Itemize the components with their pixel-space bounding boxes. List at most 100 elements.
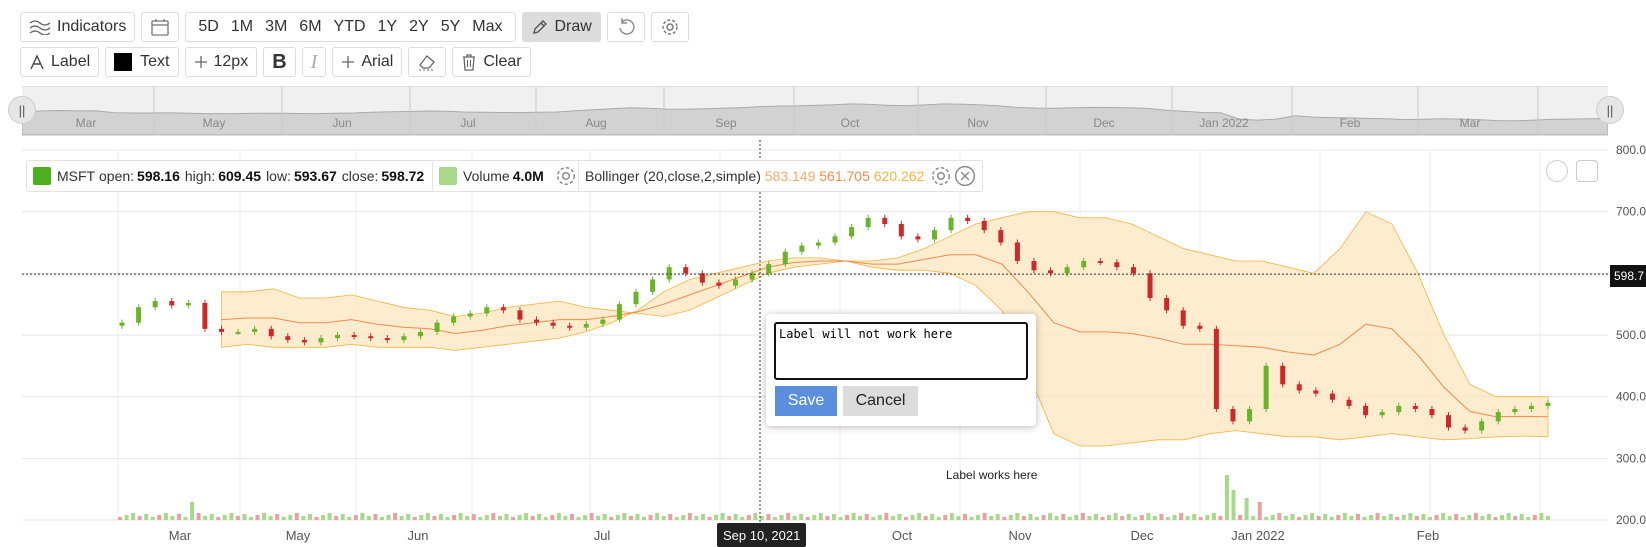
navigator-right-handle[interactable]: || — [1596, 96, 1624, 124]
volume-bar — [438, 514, 443, 520]
range-5y[interactable]: 5Y — [435, 18, 467, 36]
range-max[interactable]: Max — [466, 18, 508, 36]
volume-bar — [786, 513, 791, 520]
range-ytd[interactable]: YTD — [328, 18, 372, 36]
settings-button[interactable] — [650, 12, 689, 42]
y-axis-label: 400.0 — [1616, 390, 1646, 404]
calendar-button[interactable] — [141, 12, 180, 42]
x-axis-label: May — [286, 528, 311, 543]
candle-body — [1064, 267, 1070, 274]
volume-bar — [838, 517, 843, 520]
msft-color-square — [33, 167, 51, 185]
volume-bar — [1454, 514, 1459, 520]
plus-icon — [194, 56, 207, 68]
navigator-month-label: Mar — [76, 116, 97, 130]
italic-button[interactable]: I — [301, 47, 327, 77]
volume-bar — [334, 516, 339, 520]
label-textarea[interactable] — [774, 322, 1028, 380]
legend-msft[interactable]: MSFT open: 598.16 high: 609.45 low: 593.67 … — [26, 160, 465, 192]
range-navigator[interactable]: Mar May Jun Jul Aug Sep Oct Nov Dec Jan 2022 Feb Ma… — [22, 86, 1608, 136]
candle-body — [1230, 409, 1236, 422]
volume-bar — [720, 513, 725, 520]
low-value: 593.67 — [293, 168, 337, 184]
eraser-button[interactable] — [408, 47, 447, 77]
calendar-icon — [151, 19, 170, 36]
label-tool-button[interactable]: Label — [20, 47, 100, 77]
volume-bar — [1218, 516, 1223, 520]
chart-annotation[interactable]: Label works here — [946, 468, 1037, 482]
volume-bar — [877, 515, 882, 520]
volume-bar — [1349, 516, 1354, 520]
bold-icon: B — [272, 50, 287, 73]
save-button[interactable]: Save — [775, 386, 837, 416]
volume-bar — [943, 515, 948, 520]
volume-bar — [1139, 515, 1144, 520]
volume-bar — [569, 514, 574, 520]
volume-bar — [831, 514, 836, 520]
volume-bar — [1159, 514, 1164, 520]
crosshair-date-tag: Sep 10, 2021 — [717, 523, 807, 547]
undo-button[interactable] — [606, 12, 645, 42]
volume-bar — [465, 516, 470, 520]
volume-bar — [281, 517, 286, 520]
range-6m[interactable]: 6M — [293, 18, 327, 36]
volume-bar — [642, 517, 646, 520]
volume-bar — [1362, 517, 1367, 520]
navigator-month-label: Dec — [1093, 116, 1114, 130]
gear-icon[interactable] — [555, 165, 577, 187]
text-color-button[interactable]: Text — [105, 47, 179, 77]
volume-bar — [137, 516, 142, 520]
volume-bar — [1283, 516, 1288, 520]
font-size-button[interactable]: 12px — [184, 47, 258, 77]
fullscreen-icon[interactable] — [1576, 160, 1598, 182]
range-1y[interactable]: 1Y — [372, 18, 404, 36]
volume-bar — [340, 514, 345, 520]
volume-bar — [386, 515, 391, 520]
volume-bar — [1297, 517, 1301, 520]
bold-button[interactable]: B — [263, 47, 296, 77]
range-5d[interactable]: 5D — [192, 18, 224, 36]
range-3m[interactable]: 3M — [259, 18, 293, 36]
volume-bar — [347, 517, 352, 520]
volume-bar — [674, 517, 679, 520]
x-axis-label: Dec — [1130, 528, 1154, 543]
indicators-button[interactable]: Indicators — [20, 12, 136, 42]
font-family-button[interactable]: Arial — [332, 47, 403, 77]
volume-bar — [543, 517, 548, 520]
navigator-left-handle[interactable]: || — [8, 96, 36, 124]
draw-button[interactable]: Draw — [521, 12, 601, 42]
volume-bar — [1054, 516, 1059, 520]
volume-bar — [163, 513, 168, 520]
x-axis-label: Jun — [408, 528, 429, 543]
candle-body — [417, 331, 423, 337]
volume-bar — [229, 513, 234, 520]
legend-bollinger[interactable]: Bollinger (20,close,2,simple) 583.149 56… — [578, 160, 984, 192]
cancel-button[interactable]: Cancel — [843, 386, 918, 416]
range-1m[interactable]: 1M — [225, 18, 259, 36]
volume-bar — [609, 517, 614, 520]
close-icon[interactable] — [954, 165, 976, 187]
volume-bar — [1395, 517, 1400, 520]
download-icon[interactable] — [1546, 160, 1568, 182]
gear-icon — [662, 19, 678, 35]
volume-bar — [1303, 515, 1308, 520]
legend-volume[interactable]: Volume 4.0M — [432, 160, 584, 192]
volume-bar — [1211, 513, 1216, 520]
volume-bar — [1015, 513, 1020, 520]
candle-body — [1180, 310, 1186, 326]
volume-bar — [432, 516, 437, 520]
clear-button[interactable]: Clear — [452, 47, 531, 77]
high-value: 609.45 — [218, 168, 262, 184]
candle-body — [600, 319, 606, 324]
bollinger-lower-value: 583.149 — [764, 168, 816, 184]
candle-body — [1545, 402, 1551, 406]
gear-icon[interactable] — [930, 165, 952, 187]
volume-bar — [851, 513, 856, 520]
volume-bar — [1205, 515, 1210, 520]
volume-bar — [1467, 515, 1472, 520]
range-2y[interactable]: 2Y — [403, 18, 435, 36]
open-label: open: — [99, 168, 135, 184]
volume-bar — [1166, 517, 1170, 520]
volume-bar — [910, 515, 915, 520]
candle-body — [1296, 384, 1302, 391]
